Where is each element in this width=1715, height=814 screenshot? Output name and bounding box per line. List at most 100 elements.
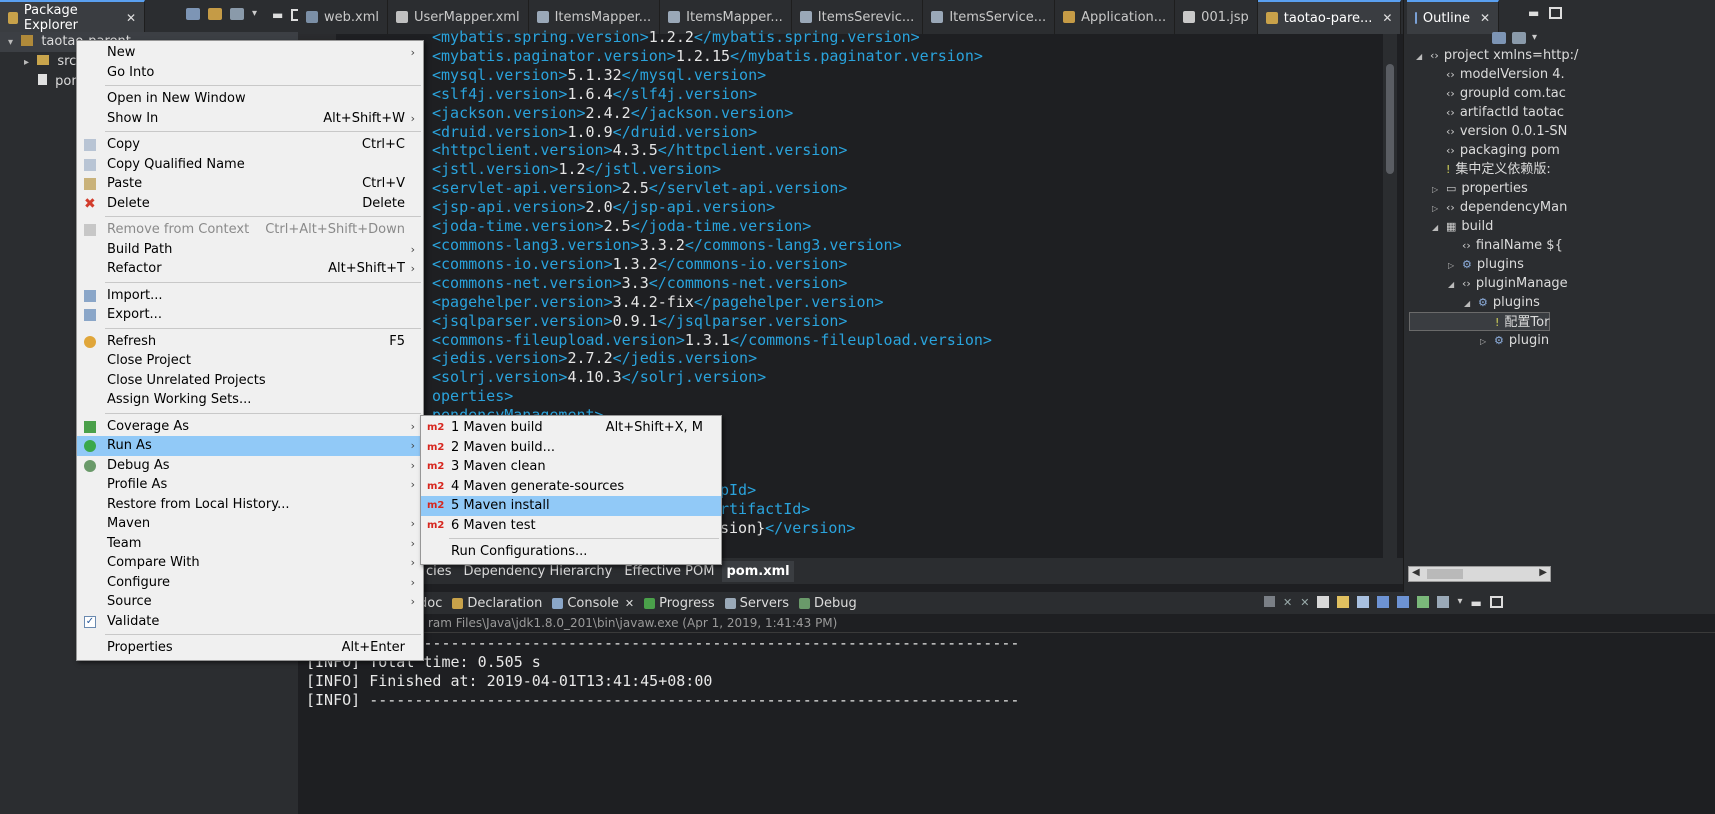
outline-node[interactable]: ‹› finalName ${ — [1448, 236, 1563, 255]
clear-console-icon[interactable] — [1357, 596, 1370, 608]
word-wrap-icon[interactable] — [1337, 596, 1350, 608]
menu-item-coverage-as[interactable]: Coverage As › — [77, 417, 423, 437]
bottom-tab[interactable]: Servers — [724, 596, 789, 611]
outline-horizontal-scrollbar[interactable]: ◀ ▶ — [1408, 566, 1551, 582]
scroll-left-icon[interactable]: ◀ — [1412, 567, 1420, 578]
close-icon[interactable]: ✕ — [1480, 11, 1490, 25]
link-editor-icon[interactable] — [208, 8, 222, 20]
display-console-icon[interactable] — [1397, 596, 1410, 608]
menu-item-delete[interactable]: ✖ Delete Delete — [77, 194, 423, 214]
outline-tab[interactable]: Outline ✕ — [1407, 0, 1499, 34]
outline-node[interactable]: ▷ ⚙ plugin — [1480, 331, 1549, 350]
expand-icon[interactable]: ▾ — [8, 37, 13, 48]
submenu-item-maven[interactable]: m2 6 Maven test — [421, 516, 721, 536]
submenu-item-run-configurations[interactable]: Run Configurations... — [421, 542, 721, 562]
outline-node[interactable]: ‹› groupId com.tac — [1432, 84, 1566, 103]
menu-item-compare-with[interactable]: Compare With › — [77, 553, 423, 573]
menu-item-team[interactable]: Team › — [77, 534, 423, 554]
menu-item-configure[interactable]: Configure › — [77, 573, 423, 593]
maximize-icon[interactable] — [1549, 7, 1563, 19]
expand-icon[interactable]: ◢ — [1432, 218, 1446, 237]
expand-icon[interactable]: ◢ — [1416, 47, 1430, 66]
collapse-all-icon[interactable] — [186, 8, 200, 20]
menu-item-refresh[interactable]: Refresh F5 — [77, 332, 423, 352]
menu-item-close-project[interactable]: Close Project — [77, 351, 423, 371]
submenu-item-maven[interactable]: m2 3 Maven clean — [421, 457, 721, 477]
bottom-tab[interactable]: Declaration — [452, 596, 542, 611]
menu-item-show-in[interactable]: Show In Alt+Shift+W › — [77, 109, 423, 129]
minimize-icon[interactable]: ▬ — [272, 8, 283, 22]
editor-vertical-scrollbar[interactable] — [1383, 34, 1397, 558]
menu-item-refactor[interactable]: Refactor Alt+Shift+T › — [77, 259, 423, 279]
scroll-lock-icon[interactable] — [1317, 596, 1330, 608]
bottom-tab[interactable]: Console ✕ — [552, 596, 634, 611]
remove-launch-icon[interactable]: ✕ — [1283, 596, 1292, 610]
view-menu-icon[interactable]: ▾ — [1532, 32, 1537, 44]
submenu-item-maven[interactable]: m2 5 Maven install — [421, 496, 721, 516]
close-icon[interactable]: ✕ — [1382, 11, 1392, 25]
menu-item-export[interactable]: Export... — [77, 305, 423, 325]
scrollbar-thumb[interactable] — [1386, 64, 1394, 174]
close-icon[interactable]: ✕ — [126, 11, 136, 25]
editor-tab[interactable]: web.xml — [298, 0, 388, 34]
menu-item-assign-working-sets[interactable]: Assign Working Sets... — [77, 390, 423, 410]
collapse-icon[interactable]: ▷ — [1432, 199, 1446, 218]
focus-icon[interactable] — [230, 8, 244, 20]
menu-item-build-path[interactable]: Build Path › — [77, 240, 423, 260]
expand-icon[interactable]: ◢ — [1464, 294, 1478, 313]
menu-item-close-unrelated-projects[interactable]: Close Unrelated Projects — [77, 371, 423, 391]
collapse-icon[interactable]: ▷ — [1480, 332, 1494, 351]
menu-item-paste[interactable]: Paste Ctrl+V — [77, 174, 423, 194]
menu-item-debug-as[interactable]: Debug As › — [77, 456, 423, 476]
outline-node[interactable]: ‹› artifactId taotac — [1432, 103, 1564, 122]
menu-item-profile-as[interactable]: Profile As › — [77, 475, 423, 495]
close-icon[interactable]: ✕ — [625, 597, 634, 610]
code-view-partial[interactable]: pId> rtifactId> sion}</version> — [720, 481, 855, 538]
bottom-tab[interactable]: Debug — [799, 596, 857, 611]
submenu-item-maven[interactable]: m2 2 Maven build... — [421, 438, 721, 458]
editor-tab[interactable]: 001.jsp — [1175, 0, 1258, 34]
menu-item-restore-from-local-history[interactable]: Restore from Local History... — [77, 495, 423, 515]
editor-tab[interactable]: taotao-pare... ✕ — [1257, 0, 1402, 34]
package-explorer-tab[interactable]: Package Explorer ✕ — [0, 0, 145, 34]
outline-node[interactable]: ◢ ‹› project xmlns=http:/ — [1416, 46, 1578, 65]
outline-node[interactable]: ▷ ‹› dependencyMan — [1432, 198, 1567, 217]
maximize-icon[interactable] — [1489, 596, 1503, 608]
code-view[interactable]: <mybatis.spring.version>1.2.2</mybatis.s… — [432, 28, 992, 425]
open-console-icon[interactable] — [1437, 596, 1450, 608]
menu-item-copy[interactable]: Copy Ctrl+C — [77, 135, 423, 155]
remove-all-icon[interactable]: ✕ — [1300, 596, 1309, 610]
outline-node[interactable]: ! 配置Tor — [1409, 312, 1550, 331]
scroll-right-icon[interactable]: ▶ — [1539, 567, 1547, 578]
outline-node[interactable]: ‹› modelVersion 4. — [1432, 65, 1565, 84]
view-menu-icon[interactable]: ▾ — [1457, 596, 1462, 610]
menu-item-maven[interactable]: Maven › — [77, 514, 423, 534]
view-menu-icon[interactable]: ▾ — [252, 8, 264, 20]
outline-node[interactable]: ◢ ⚙ plugins — [1464, 293, 1540, 312]
menu-item-import[interactable]: Import... — [77, 286, 423, 306]
expand-icon[interactable]: ◢ — [1448, 275, 1462, 294]
outline-node[interactable]: ! 集中定义依赖版: — [1432, 160, 1551, 179]
terminate-icon[interactable] — [1264, 596, 1275, 607]
editor-tab[interactable]: Application... — [1055, 0, 1176, 34]
sort-icon[interactable] — [1512, 32, 1526, 44]
collapse-all-icon[interactable] — [1492, 32, 1506, 44]
submenu-item-maven[interactable]: m2 4 Maven generate-sources — [421, 477, 721, 497]
collapse-icon[interactable]: ▷ — [1432, 180, 1446, 199]
menu-item-copy-qualified-name[interactable]: Copy Qualified Name — [77, 155, 423, 175]
menu-item-run-as[interactable]: Run As › — [77, 436, 423, 456]
outline-node[interactable]: ◢ ‹› pluginManage — [1448, 274, 1568, 293]
outline-node[interactable]: ‹› version 0.0.1-SN — [1432, 122, 1567, 141]
menu-item-new[interactable]: New › — [77, 43, 423, 63]
submenu-item-maven[interactable]: m2 1 Maven build Alt+Shift+X, M — [421, 418, 721, 438]
menu-item-source[interactable]: Source › — [77, 592, 423, 612]
outline-node[interactable]: ‹› packaging pom — [1432, 141, 1560, 160]
outline-node[interactable]: ◢ ▦ build — [1432, 217, 1493, 236]
menu-item-open-in-new-window[interactable]: Open in New Window — [77, 89, 423, 109]
menu-item-properties[interactable]: Properties Alt+Enter — [77, 638, 423, 658]
new-console-icon[interactable] — [1417, 596, 1430, 608]
editor-subtab[interactable]: pom.xml — [722, 560, 794, 582]
bottom-tab[interactable]: Progress — [644, 596, 715, 611]
minimize-icon[interactable]: ▬ — [1528, 6, 1539, 20]
collapse-icon[interactable]: ▸ — [24, 57, 29, 68]
